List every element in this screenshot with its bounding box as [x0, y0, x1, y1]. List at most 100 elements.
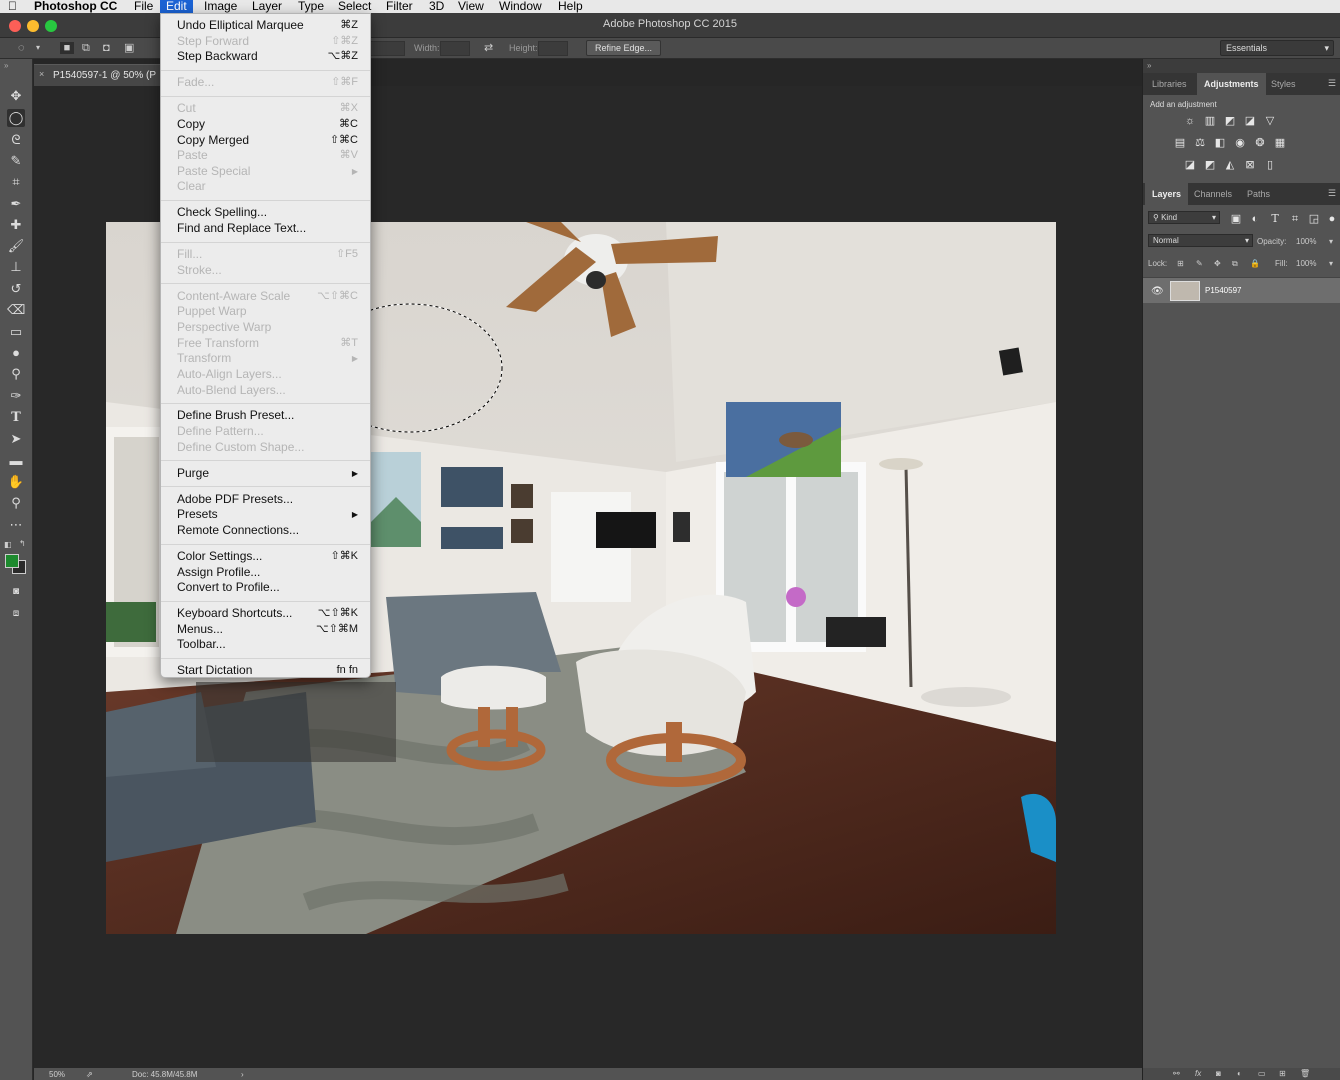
- menu-item-puppet-warp[interactable]: Puppet Warp: [161, 304, 370, 319]
- blur-tool-icon[interactable]: ●: [7, 344, 25, 362]
- pen-tool-icon[interactable]: ✑: [7, 387, 25, 405]
- height-field[interactable]: [538, 41, 568, 56]
- gradient-map-icon[interactable]: ▯: [1263, 159, 1277, 171]
- menu-item-start-dictation[interactable]: Start Dictation fn fn: [161, 663, 370, 678]
- workspace-select[interactable]: Essentials ▾: [1220, 40, 1334, 56]
- path-selection-tool-icon[interactable]: ➤: [7, 430, 25, 448]
- menu-view[interactable]: View: [452, 0, 490, 13]
- add-selection-icon[interactable]: ⧉: [82, 42, 94, 54]
- menu-item-step-forward[interactable]: Step Forward ⇧⌘Z: [161, 34, 370, 49]
- menu-item-copy-merged[interactable]: Copy Merged ⇧⌘C: [161, 133, 370, 148]
- blend-mode-select[interactable]: Normal ▾: [1148, 234, 1253, 247]
- invert-icon[interactable]: ◪: [1183, 159, 1197, 171]
- menu-item-adobe-pdf-presets[interactable]: Adobe PDF Presets...: [161, 492, 370, 507]
- panel-menu-icon[interactable]: ☰: [1328, 78, 1336, 89]
- menu-item-color-settings[interactable]: Color Settings... ⇧⌘K: [161, 549, 370, 564]
- quick-selection-tool-icon[interactable]: ✎: [7, 152, 25, 170]
- move-tool-icon[interactable]: ✥: [7, 87, 25, 105]
- tab-channels[interactable]: Channels: [1187, 183, 1239, 205]
- default-colors-icon[interactable]: ◧: [4, 540, 12, 549]
- menu-item-perspective-warp[interactable]: Perspective Warp: [161, 320, 370, 335]
- menu-item-check-spelling[interactable]: Check Spelling...: [161, 205, 370, 220]
- menu-item-define-brush-preset[interactable]: Define Brush Preset...: [161, 408, 370, 423]
- menu-layer[interactable]: Layer: [246, 0, 288, 13]
- menu-item-clear[interactable]: Clear: [161, 179, 370, 194]
- zoom-level[interactable]: 50%: [49, 1070, 65, 1079]
- visibility-eye-icon[interactable]: 👁: [1151, 286, 1164, 297]
- quick-mask-icon[interactable]: ◙: [7, 583, 25, 601]
- more-tools-icon[interactable]: ⋯: [7, 516, 25, 534]
- link-layers-icon[interactable]: ⚯: [1173, 1069, 1180, 1078]
- elliptical-marquee-preset-icon[interactable]: ◌: [18, 42, 30, 54]
- hue-saturation-icon[interactable]: ▤: [1173, 137, 1187, 149]
- tab-paths[interactable]: Paths: [1240, 183, 1277, 205]
- photo-filter-icon[interactable]: ◉: [1233, 137, 1247, 149]
- trash-icon[interactable]: 🗑: [1300, 1069, 1310, 1078]
- menu-item-auto-blend-layers[interactable]: Auto-Blend Layers...: [161, 383, 370, 398]
- width-field[interactable]: [440, 41, 470, 56]
- type-tool-icon[interactable]: T: [7, 409, 25, 427]
- swap-icon[interactable]: ⇄: [484, 42, 496, 54]
- new-adjustment-layer-icon[interactable]: ◐: [1237, 1069, 1242, 1078]
- menu-image[interactable]: Image: [198, 0, 243, 13]
- menu-help[interactable]: Help: [552, 0, 589, 13]
- menu-item-find-and-replace-text[interactable]: Find and Replace Text...: [161, 221, 370, 236]
- layer-row[interactable]: 👁 P1540597: [1143, 277, 1340, 303]
- menu-filter[interactable]: Filter: [380, 0, 419, 13]
- layer-name[interactable]: P1540597: [1205, 286, 1241, 295]
- eyedropper-tool-icon[interactable]: ✒: [7, 195, 25, 213]
- swap-colors-icon[interactable]: ↰: [19, 539, 26, 548]
- lock-artboard-icon[interactable]: ⧉: [1232, 259, 1238, 269]
- pixel-filter-icon[interactable]: ▣: [1229, 213, 1243, 225]
- crop-tool-icon[interactable]: ⌗: [7, 173, 25, 191]
- dodge-tool-icon[interactable]: ⚲: [7, 365, 25, 383]
- menu-item-purge[interactable]: Purge ▶: [161, 466, 370, 481]
- new-group-icon[interactable]: ▭: [1258, 1069, 1266, 1078]
- selective-color-icon[interactable]: ⊠: [1243, 159, 1257, 171]
- rectangle-tool-icon[interactable]: ▬: [7, 452, 25, 470]
- fill-value[interactable]: 100%: [1296, 259, 1316, 268]
- menu-item-define-custom-shape[interactable]: Define Custom Shape...: [161, 440, 370, 455]
- menu-item-paste[interactable]: Paste ⌘V: [161, 148, 370, 163]
- gradient-tool-icon[interactable]: ▭: [7, 323, 25, 341]
- lock-transparent-icon[interactable]: ⊞: [1177, 259, 1184, 268]
- color-balance-icon[interactable]: ⚖: [1193, 137, 1207, 149]
- app-menu[interactable]: Photoshop CC: [28, 0, 123, 13]
- history-brush-tool-icon[interactable]: ↺: [7, 280, 25, 298]
- menu-item-assign-profile[interactable]: Assign Profile...: [161, 565, 370, 580]
- channel-mixer-icon[interactable]: ❂: [1253, 137, 1267, 149]
- menu-type[interactable]: Type: [292, 0, 330, 13]
- share-icon[interactable]: ⇗: [86, 1070, 93, 1079]
- status-menu-icon[interactable]: ›: [241, 1070, 244, 1079]
- opacity-value[interactable]: 100%: [1296, 237, 1316, 246]
- brightness-contrast-icon[interactable]: ☼: [1183, 115, 1197, 127]
- vibrance-icon[interactable]: ▽: [1263, 115, 1277, 127]
- menu-item-define-pattern[interactable]: Define Pattern...: [161, 424, 370, 439]
- menu-select[interactable]: Select: [332, 0, 377, 13]
- black-white-icon[interactable]: ◧: [1213, 137, 1227, 149]
- curves-icon[interactable]: ◩: [1223, 115, 1237, 127]
- fx-icon[interactable]: fx: [1195, 1069, 1201, 1078]
- menu-item-fill[interactable]: Fill... ⇧F5: [161, 247, 370, 262]
- smart-object-filter-icon[interactable]: ◲: [1307, 213, 1321, 225]
- zoom-tool-icon[interactable]: ⚲: [7, 494, 25, 512]
- menu-item-free-transform[interactable]: Free Transform ⌘T: [161, 336, 370, 351]
- new-selection-icon[interactable]: ■: [60, 42, 74, 54]
- color-lookup-icon[interactable]: ▦: [1273, 137, 1287, 149]
- menu-item-auto-align-layers[interactable]: Auto-Align Layers...: [161, 367, 370, 382]
- tab-layers[interactable]: Layers: [1145, 183, 1189, 205]
- menu-item-fade[interactable]: Fade... ⇧⌘F: [161, 75, 370, 90]
- collapse-icon[interactable]: »: [1147, 61, 1151, 70]
- menu-item-presets[interactable]: Presets ▶: [161, 507, 370, 522]
- posterize-icon[interactable]: ◩: [1203, 159, 1217, 171]
- menu-item-transform[interactable]: Transform ▶: [161, 351, 370, 366]
- lock-all-icon[interactable]: 🔒: [1250, 259, 1260, 268]
- clone-stamp-tool-icon[interactable]: ⊥: [7, 258, 25, 276]
- eraser-tool-icon[interactable]: ⌫: [7, 301, 25, 319]
- chevron-down-icon[interactable]: ▾: [1329, 237, 1333, 246]
- elliptical-marquee-tool-icon[interactable]: ◯: [7, 109, 25, 127]
- menu-item-copy[interactable]: Copy ⌘C: [161, 117, 370, 132]
- tab-styles[interactable]: Styles: [1264, 73, 1303, 95]
- menu-window[interactable]: Window: [493, 0, 548, 13]
- panel-menu-icon[interactable]: ☰: [1328, 188, 1336, 199]
